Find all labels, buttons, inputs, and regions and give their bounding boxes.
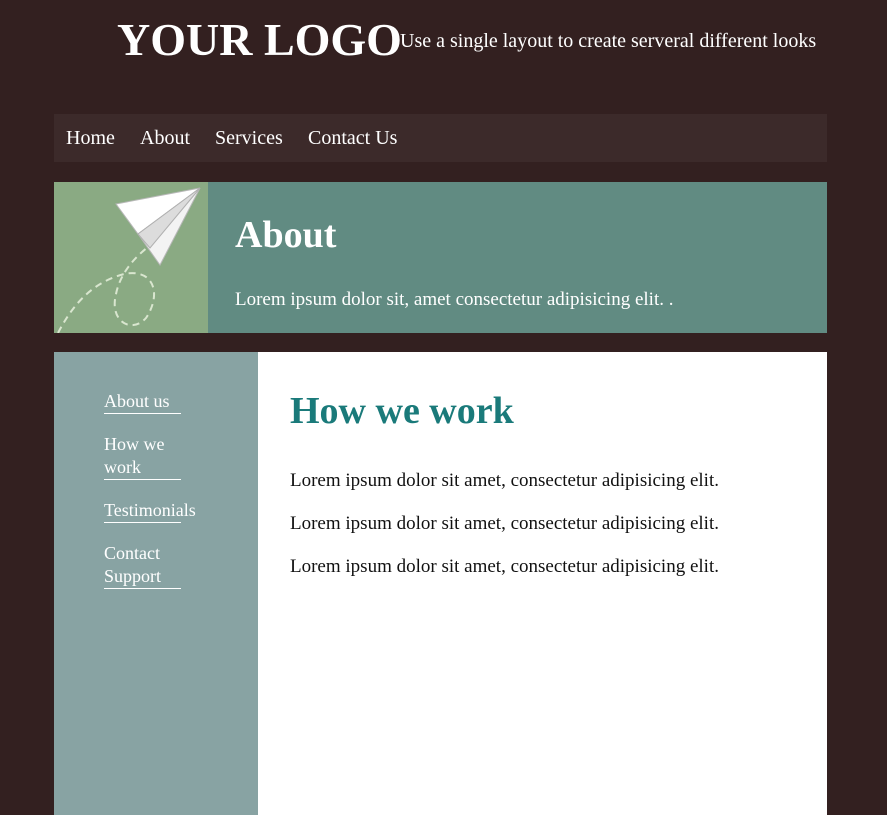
site-tagline: Use a single layout to create serveral d… (400, 30, 817, 52)
site-logo[interactable]: YOUR LOGO (117, 12, 402, 68)
main-content: How we work Lorem ipsum dolor sit amet, … (258, 352, 827, 815)
paper-plane-icon (57, 187, 201, 333)
hero-banner: About Lorem ipsum dolor sit, amet consec… (54, 182, 827, 333)
sidebar: About us How we work Testimonials Contac… (54, 352, 258, 815)
page: YOUR LOGO Use a single layout to create … (0, 0, 887, 815)
hero-text: Lorem ipsum dolor sit, amet consectetur … (235, 289, 674, 310)
hero-image (54, 182, 208, 333)
sidebar-link-contact-support[interactable]: Contact Support (104, 542, 181, 589)
nav-item-contact-us[interactable]: Contact Us (308, 114, 397, 162)
main-paragraph: Lorem ipsum dolor sit amet, consectetur … (290, 513, 719, 534)
sidebar-link-how-we-work[interactable]: How we work (104, 433, 181, 480)
main-title: How we work (290, 390, 514, 432)
nav-item-about[interactable]: About (140, 114, 190, 162)
nav-item-home[interactable]: Home (66, 114, 115, 162)
sidebar-link-testimonials[interactable]: Testimonials (104, 499, 196, 523)
hero-title: About (235, 214, 337, 256)
sidebar-link-about-us[interactable]: About us (104, 390, 181, 414)
nav-item-services[interactable]: Services (215, 114, 283, 162)
main-paragraph: Lorem ipsum dolor sit amet, consectetur … (290, 556, 719, 577)
main-nav: Home About Services Contact Us (54, 114, 827, 162)
main-paragraph: Lorem ipsum dolor sit amet, consectetur … (290, 470, 719, 491)
